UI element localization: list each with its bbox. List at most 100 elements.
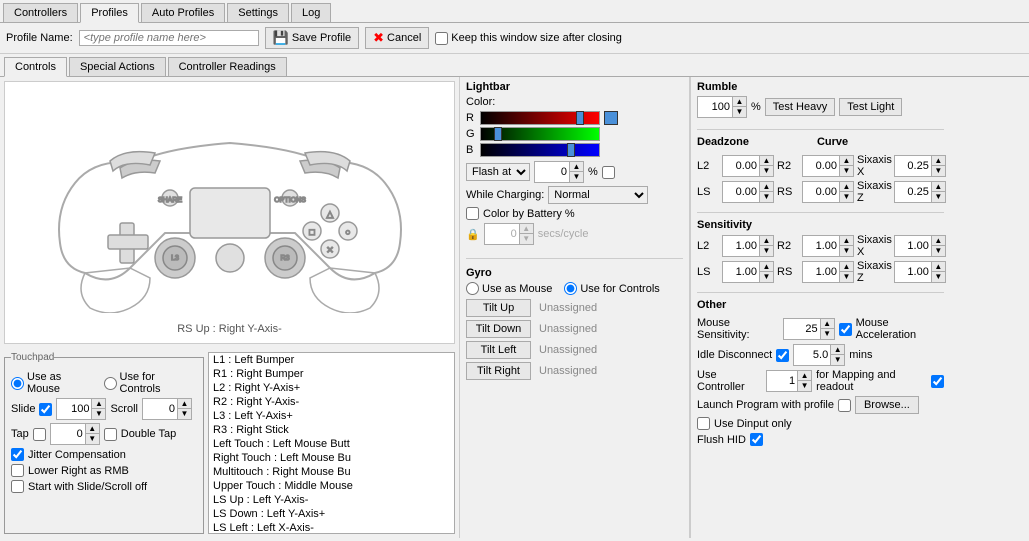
cancel-button[interactable]: ✖ Cancel [365, 27, 429, 49]
list-item[interactable]: Right Touch : Left Mouse Bu [209, 451, 454, 465]
tilt-left-button[interactable]: Tilt Left [466, 341, 531, 359]
controller-status-label: RS Up : Right Y-Axis- [177, 323, 282, 335]
touchpad-mouse-radio[interactable] [11, 377, 24, 390]
rumble-down[interactable]: ▼ [732, 107, 746, 117]
keep-window-label[interactable]: Keep this window size after closing [435, 32, 622, 45]
keep-window-checkbox[interactable] [435, 32, 448, 45]
lower-right-checkbox[interactable] [11, 464, 24, 477]
scroll-up[interactable]: ▲ [177, 399, 191, 409]
sens-ls-input[interactable] [723, 262, 759, 282]
idle-input[interactable] [794, 345, 830, 365]
gyro-mouse-radio[interactable] [466, 282, 479, 295]
slide-down[interactable]: ▼ [91, 409, 105, 419]
tab-log[interactable]: Log [291, 3, 331, 22]
jitter-checkbox[interactable] [11, 448, 24, 461]
list-item[interactable]: LS Up : Left Y-Axis- [209, 493, 454, 507]
start-with-checkbox[interactable] [11, 480, 24, 493]
list-item[interactable]: L1 : Left Bumper [209, 353, 454, 367]
list-item[interactable]: L3 : Left Y-Axis+ [209, 409, 454, 423]
dz-rs-input[interactable] [803, 182, 839, 202]
list-item[interactable]: Left Touch : Left Mouse Butt [209, 437, 454, 451]
tap-down[interactable]: ▼ [85, 434, 99, 444]
tilt-up-assigned: Unassigned [535, 302, 597, 314]
flush-hid-label: Flush HID [697, 434, 746, 446]
flash-select[interactable]: Flash at [466, 163, 530, 181]
sens-sixaxis-z-input[interactable] [895, 262, 931, 282]
touchpad-use-as-mouse[interactable]: Use as Mouse [11, 371, 96, 395]
gyro-controls-radio[interactable] [564, 282, 577, 295]
tab-auto-profiles[interactable]: Auto Profiles [141, 3, 225, 22]
save-profile-button[interactable]: 💾 Save Profile [265, 27, 360, 49]
touchpad-controls-radio[interactable] [104, 377, 117, 390]
list-item[interactable]: LS Left : Left X-Axis- [209, 521, 454, 534]
list-item[interactable]: R1 : Right Bumper [209, 367, 454, 381]
tilt-down-button[interactable]: Tilt Down [466, 320, 531, 338]
tap-checkbox[interactable] [33, 428, 46, 441]
tab-controls[interactable]: Controls [4, 57, 67, 77]
list-item[interactable]: Upper Touch : Middle Mouse [209, 479, 454, 493]
flash-value-input[interactable] [535, 162, 569, 182]
dz-l2-input[interactable] [723, 156, 759, 176]
slide-checkbox[interactable] [39, 403, 52, 416]
g-slider[interactable] [480, 127, 600, 141]
gyro-controls-radio-label[interactable]: Use for Controls [564, 282, 659, 295]
double-tap-checkbox[interactable] [104, 428, 117, 441]
tab-profiles[interactable]: Profiles [80, 3, 139, 23]
tab-special-actions[interactable]: Special Actions [69, 57, 166, 76]
list-box-container: L1 : Left Bumper R1 : Right Bumper L2 : … [208, 352, 455, 534]
dz-sixaxis-z-input[interactable] [895, 182, 931, 202]
tilt-up-button[interactable]: Tilt Up [466, 299, 531, 317]
rumble-input[interactable]: 100 [698, 97, 732, 117]
test-heavy-button[interactable]: Test Heavy [765, 98, 835, 116]
flash-up[interactable]: ▲ [569, 162, 583, 172]
tab-controller-readings[interactable]: Controller Readings [168, 57, 287, 76]
jitter-label: Jitter Compensation [28, 449, 126, 461]
secs-icon: 🔒 [466, 228, 480, 241]
actions-list[interactable]: L1 : Left Bumper R1 : Right Bumper L2 : … [208, 352, 455, 534]
scroll-input[interactable]: 0 [143, 399, 177, 419]
list-item[interactable]: L2 : Right Y-Axis+ [209, 381, 454, 395]
browse-button[interactable]: Browse... [855, 396, 919, 414]
cancel-icon: ✖ [373, 30, 384, 46]
b-slider[interactable] [480, 143, 600, 157]
for-mapping-checkbox[interactable] [931, 375, 944, 388]
list-item[interactable]: R3 : Right Stick [209, 423, 454, 437]
battery-checkbox[interactable] [466, 207, 479, 220]
dz-ls-input[interactable] [723, 182, 759, 202]
sens-l2-input[interactable] [723, 236, 759, 256]
mouse-sens-input[interactable] [784, 319, 820, 339]
slide-up[interactable]: ▲ [91, 399, 105, 409]
tap-input[interactable]: 0 [51, 424, 85, 444]
charging-select[interactable]: Normal Rainbow None [548, 186, 648, 204]
flush-hid-checkbox[interactable] [750, 433, 763, 446]
list-item[interactable]: LS Down : Left Y-Axis+ [209, 507, 454, 521]
list-item[interactable]: Multitouch : Right Mouse Bu [209, 465, 454, 479]
list-item[interactable]: R2 : Right Y-Axis- [209, 395, 454, 409]
rumble-up[interactable]: ▲ [732, 97, 746, 107]
flash-down[interactable]: ▼ [569, 172, 583, 182]
gyro-mouse-radio-label[interactable]: Use as Mouse [466, 282, 552, 295]
tilt-right-button[interactable]: Tilt Right [466, 362, 531, 380]
sens-sixaxis-x-input[interactable] [895, 236, 931, 256]
tap-up[interactable]: ▲ [85, 424, 99, 434]
tab-settings[interactable]: Settings [227, 3, 289, 22]
mouse-accel-checkbox[interactable] [839, 323, 852, 336]
dz-r2-input[interactable] [803, 156, 839, 176]
tab-controllers[interactable]: Controllers [3, 3, 78, 22]
mouse-sens-label: Mouse Sensitivity: [697, 317, 779, 341]
test-light-button[interactable]: Test Light [839, 98, 902, 116]
flash-checkbox[interactable] [602, 166, 615, 179]
idle-disconnect-label: Idle Disconnect [697, 349, 772, 361]
launch-checkbox[interactable] [838, 399, 851, 412]
r-slider[interactable] [480, 111, 600, 125]
slide-input[interactable]: 100 [57, 399, 91, 419]
idle-disconnect-checkbox[interactable] [776, 349, 789, 362]
profile-name-input[interactable] [79, 30, 259, 46]
dz-sixaxis-x-input[interactable] [895, 156, 931, 176]
sens-r2-input[interactable] [803, 236, 839, 256]
use-controller-input[interactable] [767, 371, 797, 391]
scroll-down[interactable]: ▼ [177, 409, 191, 419]
touchpad-use-for-controls[interactable]: Use for Controls [104, 371, 197, 395]
sens-rs-input[interactable] [803, 262, 839, 282]
use-dinput-checkbox[interactable] [697, 417, 710, 430]
